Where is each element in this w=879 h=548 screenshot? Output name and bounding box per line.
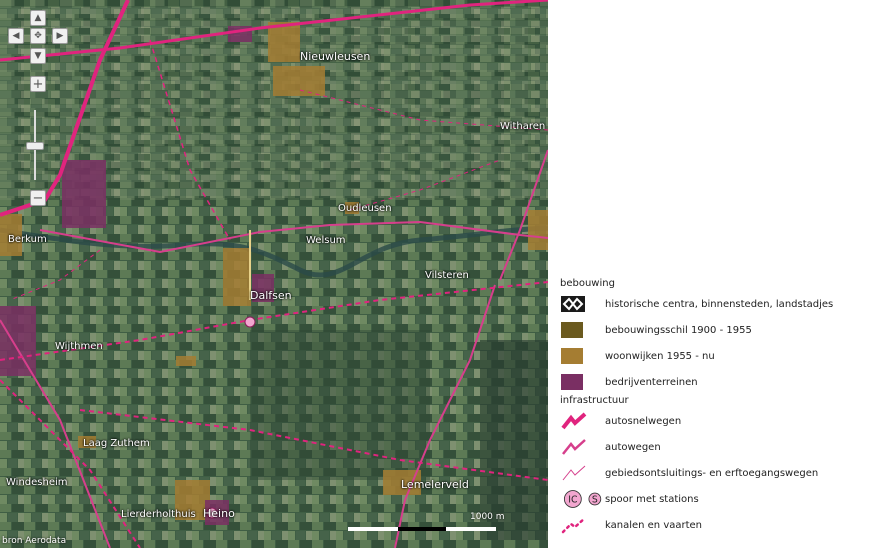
- legend-item-canal: kanalen en vaarten: [557, 512, 877, 538]
- rail-station-icon: IC S: [557, 488, 605, 510]
- legend-label: autosnelwegen: [605, 415, 682, 427]
- local-road-icon: [557, 462, 605, 484]
- legend-item-rail: IC S spoor met stations: [557, 486, 877, 512]
- legend-item-motorway: autosnelwegen: [557, 408, 877, 434]
- legend-label: spoor met stations: [605, 493, 699, 505]
- place-label: Welsum: [306, 235, 346, 246]
- pan-up-button[interactable]: ▲: [30, 10, 46, 26]
- svg-text:IC: IC: [568, 494, 577, 505]
- place-label: Wijthmen: [55, 341, 103, 352]
- legend-label: bedrijventerreinen: [605, 376, 698, 388]
- place-label: Oudleusen: [338, 203, 392, 214]
- pan-right-button[interactable]: ▶: [52, 28, 68, 44]
- place-label: Dalfsen: [250, 289, 292, 302]
- zoom-in-button[interactable]: +: [30, 76, 46, 92]
- legend-item-industrial: bedrijventerreinen: [557, 369, 877, 395]
- motorway-icon: [557, 410, 605, 432]
- legend-label: historische centra, binnensteden, landst…: [605, 298, 834, 310]
- residential-swatch-icon: [557, 345, 605, 367]
- legend-group-built: bebouwing: [560, 278, 615, 289]
- legend-label: woonwijken 1955 - nu: [605, 350, 715, 362]
- place-label: Witharen: [500, 121, 546, 132]
- scale-label: 1000 m: [470, 512, 505, 522]
- pre1955-swatch-icon: [557, 319, 605, 341]
- zoom-out-button[interactable]: −: [30, 190, 46, 206]
- place-label: Laag Zuthem: [83, 438, 150, 449]
- legend-group-infra: infrastructuur: [560, 395, 629, 406]
- legend-item-pre1955: bebouwingsschil 1900 - 1955: [557, 317, 877, 343]
- place-label: Lierderholthuis: [121, 509, 196, 520]
- place-label: Berkum: [8, 234, 47, 245]
- legend-label: autowegen: [605, 441, 661, 453]
- legend-label: kanalen en vaarten: [605, 519, 703, 531]
- place-label: Nieuwleusen: [300, 50, 371, 63]
- place-label: Lemelerveld: [401, 478, 469, 491]
- legend-item-road: autowegen: [557, 434, 877, 460]
- pan-down-button[interactable]: ▼: [30, 48, 46, 64]
- road-icon: [557, 436, 605, 458]
- historic-centre-icon: [557, 293, 605, 315]
- legend-item-residential: woonwijken 1955 - nu: [557, 343, 877, 369]
- place-label: Vilsteren: [425, 270, 469, 281]
- imagery-credit: bron Aerodata: [2, 536, 67, 546]
- legend-label: gebiedsontsluitings- en erftoegangswegen: [605, 467, 819, 479]
- map-legend: bebouwing historische centra, binnensted…: [557, 278, 877, 538]
- pan-left-button[interactable]: ◀: [8, 28, 24, 44]
- center-button[interactable]: ✥: [30, 28, 46, 44]
- legend-label: bebouwingsschil 1900 - 1955: [605, 324, 752, 336]
- map-area[interactable]: Nieuwleusen Witharen Berkum Oudleusen Welsum…: [0, 0, 548, 548]
- legend-item-historic: historische centra, binnensteden, landst…: [557, 291, 877, 317]
- industrial-swatch-icon: [557, 371, 605, 393]
- legend-item-local-road: gebiedsontsluitings- en erftoegangswegen: [557, 460, 877, 486]
- place-label: Windesheim: [6, 477, 68, 488]
- zoom-slider-handle[interactable]: [26, 142, 44, 150]
- canal-icon: [557, 514, 605, 536]
- place-label: Heino: [203, 507, 235, 520]
- svg-text:S: S: [592, 494, 598, 505]
